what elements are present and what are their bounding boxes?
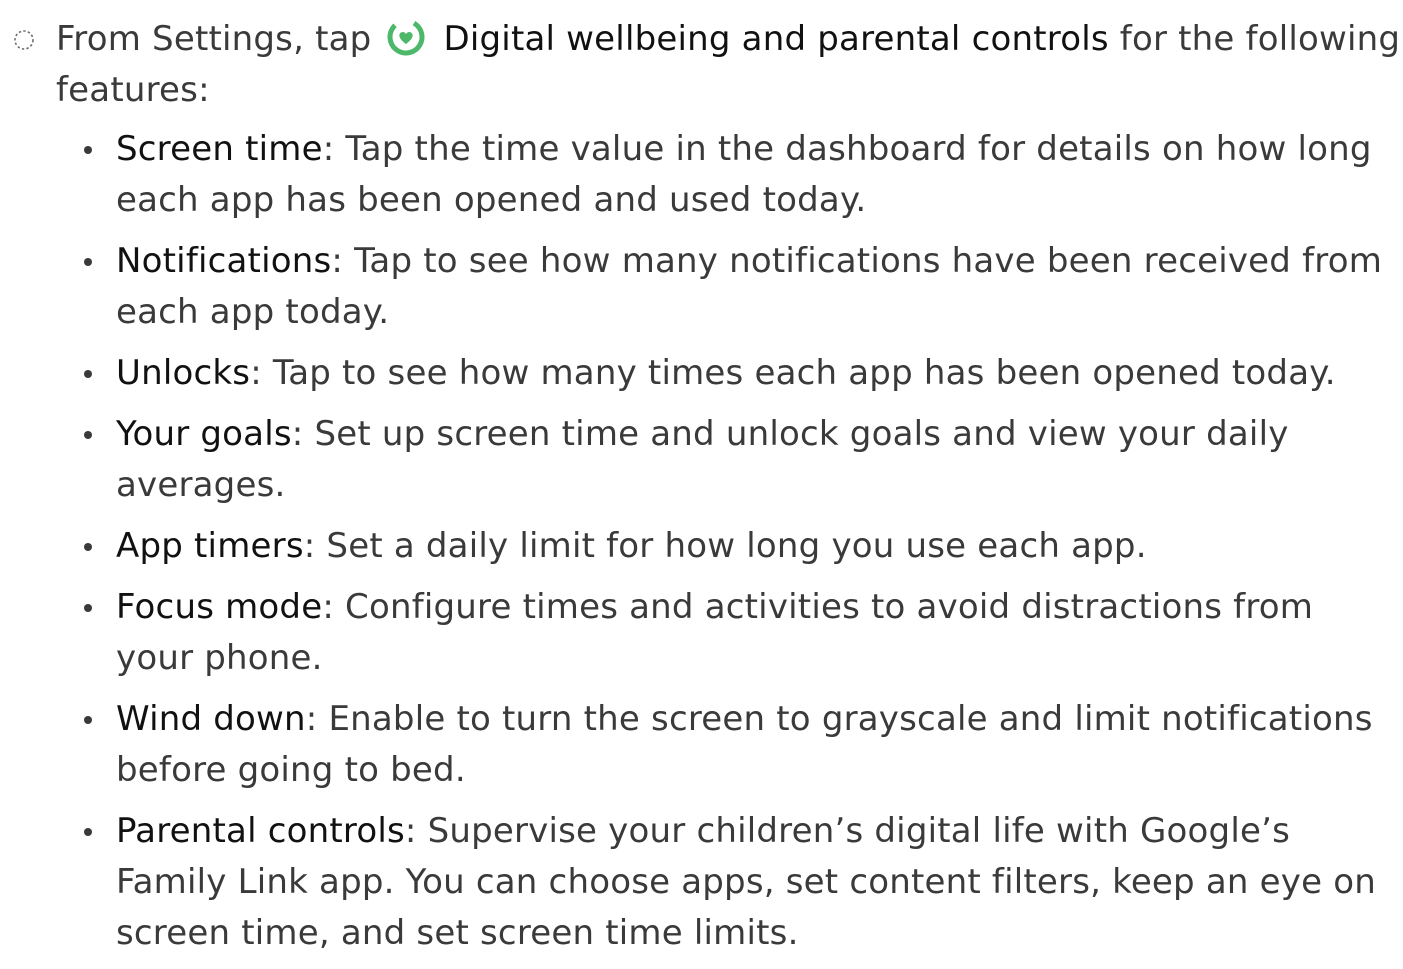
bullet-icon [84,146,92,154]
feature-list: Screen time: Tap the time value in the d… [80,124,1390,969]
list-item: Your goals: Set up screen time and unloc… [80,409,1390,511]
bullet-icon [84,828,92,836]
list-item: Screen time: Tap the time value in the d… [80,124,1390,226]
feature-name: App timers [116,526,304,566]
feature-description: : Set up screen time and unlock goals an… [116,414,1289,505]
list-item: Parental controls: Supervise your childr… [80,806,1390,959]
intro-step: From Settings, tap Digital wellbeing and… [0,14,1403,116]
list-item: Notifications: Tap to see how many notif… [80,236,1390,338]
feature-name: Wind down [116,699,306,739]
digital-wellbeing-icon [387,18,425,56]
feature-description: : Tap to see how many times each app has… [250,353,1336,393]
intro-paragraph: From Settings, tap Digital wellbeing and… [0,14,1403,116]
feature-description: : Set a daily limit for how long you use… [303,526,1147,566]
bullet-icon [84,716,92,724]
bullet-icon [84,258,92,266]
app-name-digital-wellbeing: Digital wellbeing and parental controls [443,19,1109,59]
feature-name: Focus mode [116,587,323,627]
feature-name: Notifications [116,241,332,281]
page: From Settings, tap Digital wellbeing and… [0,0,1403,953]
feature-name: Parental controls [116,811,405,851]
feature-name: Screen time [116,129,323,169]
bullet-icon [84,431,92,439]
bullet-icon [84,543,92,551]
feature-name: Unlocks [116,353,251,393]
bullet-icon [84,370,92,378]
feature-name: Your goals [116,414,292,454]
list-item: Wind down: Enable to turn the screen to … [80,694,1390,796]
list-item: Unlocks: Tap to see how many times each … [80,348,1390,399]
list-item: Focus mode: Configure times and activiti… [80,582,1390,684]
intro-prefix: From Settings, tap [56,19,372,59]
step-circle-icon [14,30,34,50]
list-item: App timers: Set a daily limit for how lo… [80,521,1390,572]
bullet-icon [84,604,92,612]
